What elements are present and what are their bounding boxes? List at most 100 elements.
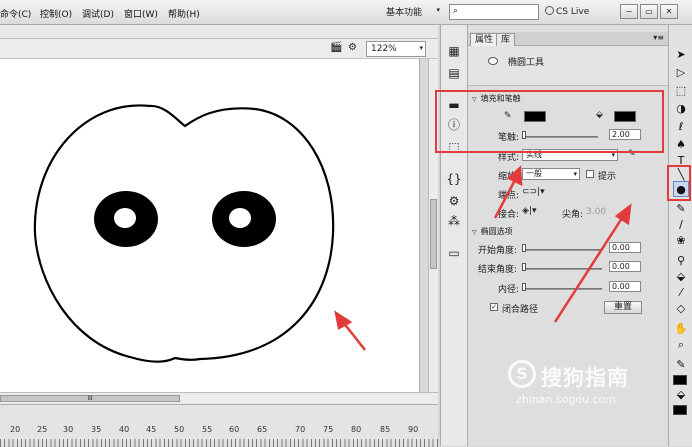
eyedropper-tool-icon[interactable]: ⁄: [673, 285, 689, 301]
fill-bucket-icon: ⬙: [596, 110, 603, 120]
menu-debug[interactable]: 调试(D): [82, 7, 114, 20]
vertical-scrollbar[interactable]: [428, 59, 438, 392]
3d-rotation-tool-icon[interactable]: ◑: [673, 101, 689, 117]
project-panel-icon[interactable]: ▭: [446, 245, 462, 261]
collapse-triangle-icon: ▽: [472, 96, 477, 103]
oval-tool-icon: [488, 57, 498, 65]
cs-live-button[interactable]: CS Live: [545, 6, 589, 17]
hand-tool-icon[interactable]: ✋: [673, 321, 689, 337]
end-angle-slider[interactable]: [522, 268, 602, 270]
color-panel-icon[interactable]: ▦: [446, 43, 462, 59]
reset-button[interactable]: 重置: [604, 301, 642, 314]
fill-color-icon[interactable]: ⬙: [673, 387, 689, 403]
stroke-style-value: 实线: [526, 150, 542, 159]
stroke-width-field[interactable]: 2.00: [609, 129, 641, 140]
stroke-color-icon[interactable]: ✎: [673, 357, 689, 373]
close-button[interactable]: ✕: [660, 4, 678, 19]
ellipse-options-section-header[interactable]: ▽ 椭圆选项: [468, 226, 668, 237]
stroke-style-select[interactable]: 实线 ▾: [522, 149, 618, 161]
menu-help[interactable]: 帮助(H): [168, 7, 200, 20]
fill-stroke-header-label: 填充和笔触: [480, 94, 521, 103]
right-eye-inner: [229, 208, 251, 228]
align-panel-icon[interactable]: ▬: [446, 97, 462, 113]
fill-color-swatch[interactable]: [614, 111, 636, 122]
free-transform-tool-icon[interactable]: ⬚: [673, 83, 689, 99]
stroke-width-slider[interactable]: [522, 136, 598, 138]
end-angle-field[interactable]: 0.00: [609, 261, 641, 272]
end-angle-knob[interactable]: [522, 263, 526, 271]
panel-icon-strip: ▦ ▤ ▬ ⓘ ⬚ {} ⚙ ⁂ ▭: [440, 25, 468, 446]
close-path-checkbox[interactable]: ✓: [490, 303, 498, 311]
oval-tool-icon[interactable]: ●: [673, 181, 689, 197]
menu-command[interactable]: 命令(C): [0, 7, 31, 20]
deco-tool-icon[interactable]: ❀: [673, 233, 689, 249]
selection-tool-icon[interactable]: ➤: [673, 47, 689, 63]
pencil-tool-icon[interactable]: ✎: [673, 201, 689, 217]
workspace-label: 基本功能: [386, 8, 423, 18]
lasso-tool-icon[interactable]: ℓ: [673, 119, 689, 135]
fill-stroke-section-header[interactable]: ▽ 填充和笔触: [468, 93, 668, 104]
zoom-tool-icon[interactable]: ⌕: [673, 337, 689, 353]
minimize-button[interactable]: −: [620, 4, 638, 19]
start-angle-slider[interactable]: [522, 249, 602, 251]
tab-library[interactable]: 库: [496, 33, 516, 46]
vertical-scroll-thumb[interactable]: [430, 199, 437, 269]
hint-checkbox[interactable]: [586, 170, 594, 178]
miter-value[interactable]: 3.00: [586, 207, 606, 217]
menu-window[interactable]: 窗口(W): [124, 7, 158, 20]
inner-radius-knob[interactable]: [522, 283, 526, 291]
stroke-color-swatch[interactable]: [524, 111, 546, 122]
stroke-width-knob[interactable]: [522, 131, 526, 139]
workspace-switcher[interactable]: 基本功能 ▾: [386, 5, 442, 20]
apple-drawing[interactable]: [0, 59, 420, 392]
ruler-number: 25: [37, 425, 48, 434]
zoom-select[interactable]: 122% ▾: [366, 41, 426, 57]
chevron-down-icon: ▾: [436, 6, 440, 14]
help-search-input[interactable]: ⌕: [449, 4, 539, 20]
horizontal-scroll-thumb[interactable]: III: [0, 395, 180, 402]
code-snippets-icon[interactable]: {}: [446, 171, 462, 187]
scale-select[interactable]: 一般 ▾: [522, 168, 580, 180]
chevron-down-icon: ▾: [419, 44, 423, 52]
panel-tab-bar: 属性 库 ▾≡: [468, 32, 668, 46]
cap-label: 端点:: [498, 191, 520, 201]
tab-properties[interactable]: 属性: [470, 33, 499, 46]
info-panel-icon[interactable]: ⓘ: [446, 117, 462, 133]
close-path-label: 闭合路径: [502, 305, 539, 315]
timeline-ruler[interactable]: 20 25 30 35 40 45 50 55 60 65 70 75 80 8…: [0, 404, 438, 447]
cap-select[interactable]: ⊂⊃|▾: [522, 187, 545, 197]
start-angle-field[interactable]: 0.00: [609, 242, 641, 253]
transform-panel-icon[interactable]: ⬚: [446, 139, 462, 155]
inner-radius-field[interactable]: 0.00: [609, 281, 641, 292]
components-panel-icon[interactable]: ⚙: [446, 193, 462, 209]
stroke-color-swatch[interactable]: [673, 375, 687, 385]
join-select[interactable]: ◈|▾: [522, 206, 536, 216]
start-angle-knob[interactable]: [522, 244, 526, 252]
pen-tool-icon[interactable]: ♠: [673, 137, 689, 153]
eraser-tool-icon[interactable]: ◇: [673, 301, 689, 317]
swatches-panel-icon[interactable]: ▤: [446, 65, 462, 81]
cs-live-label: CS Live: [556, 7, 590, 17]
ruler-number: 35: [91, 425, 102, 434]
panel-menu-icon[interactable]: ▾≡: [653, 33, 664, 42]
brush-tool-icon[interactable]: ∕: [673, 217, 689, 233]
collapse-triangle-icon: ▽: [472, 229, 477, 236]
restore-button[interactable]: ▭: [640, 4, 658, 19]
horizontal-scrollbar[interactable]: III: [0, 392, 438, 404]
watermark: S 搜狗指南 zhinan.sogou.com: [508, 358, 668, 408]
bone-tool-icon[interactable]: ⚲: [673, 253, 689, 269]
paint-bucket-tool-icon[interactable]: ⬙: [673, 269, 689, 285]
subselection-tool-icon[interactable]: ▷: [673, 65, 689, 81]
fill-color-swatch[interactable]: [673, 405, 687, 415]
left-eye-inner: [114, 208, 136, 228]
menu-bar: 命令(C) 控制(O) 调试(D) 窗口(W) 帮助(H) 基本功能 ▾ ⌕ C…: [0, 0, 692, 25]
menu-control[interactable]: 控制(O): [40, 7, 72, 20]
edit-stroke-style-icon[interactable]: ✎: [628, 149, 636, 159]
motion-presets-icon[interactable]: ⁂: [446, 213, 462, 229]
stage-canvas[interactable]: [0, 59, 420, 392]
edit-scene-icon[interactable]: 🎬: [330, 42, 342, 53]
chevron-down-icon: ▾: [573, 170, 577, 178]
edit-symbols-icon[interactable]: ⚙: [348, 42, 357, 53]
inner-radius-slider[interactable]: [522, 288, 602, 290]
ruler-number: 60: [229, 425, 240, 434]
